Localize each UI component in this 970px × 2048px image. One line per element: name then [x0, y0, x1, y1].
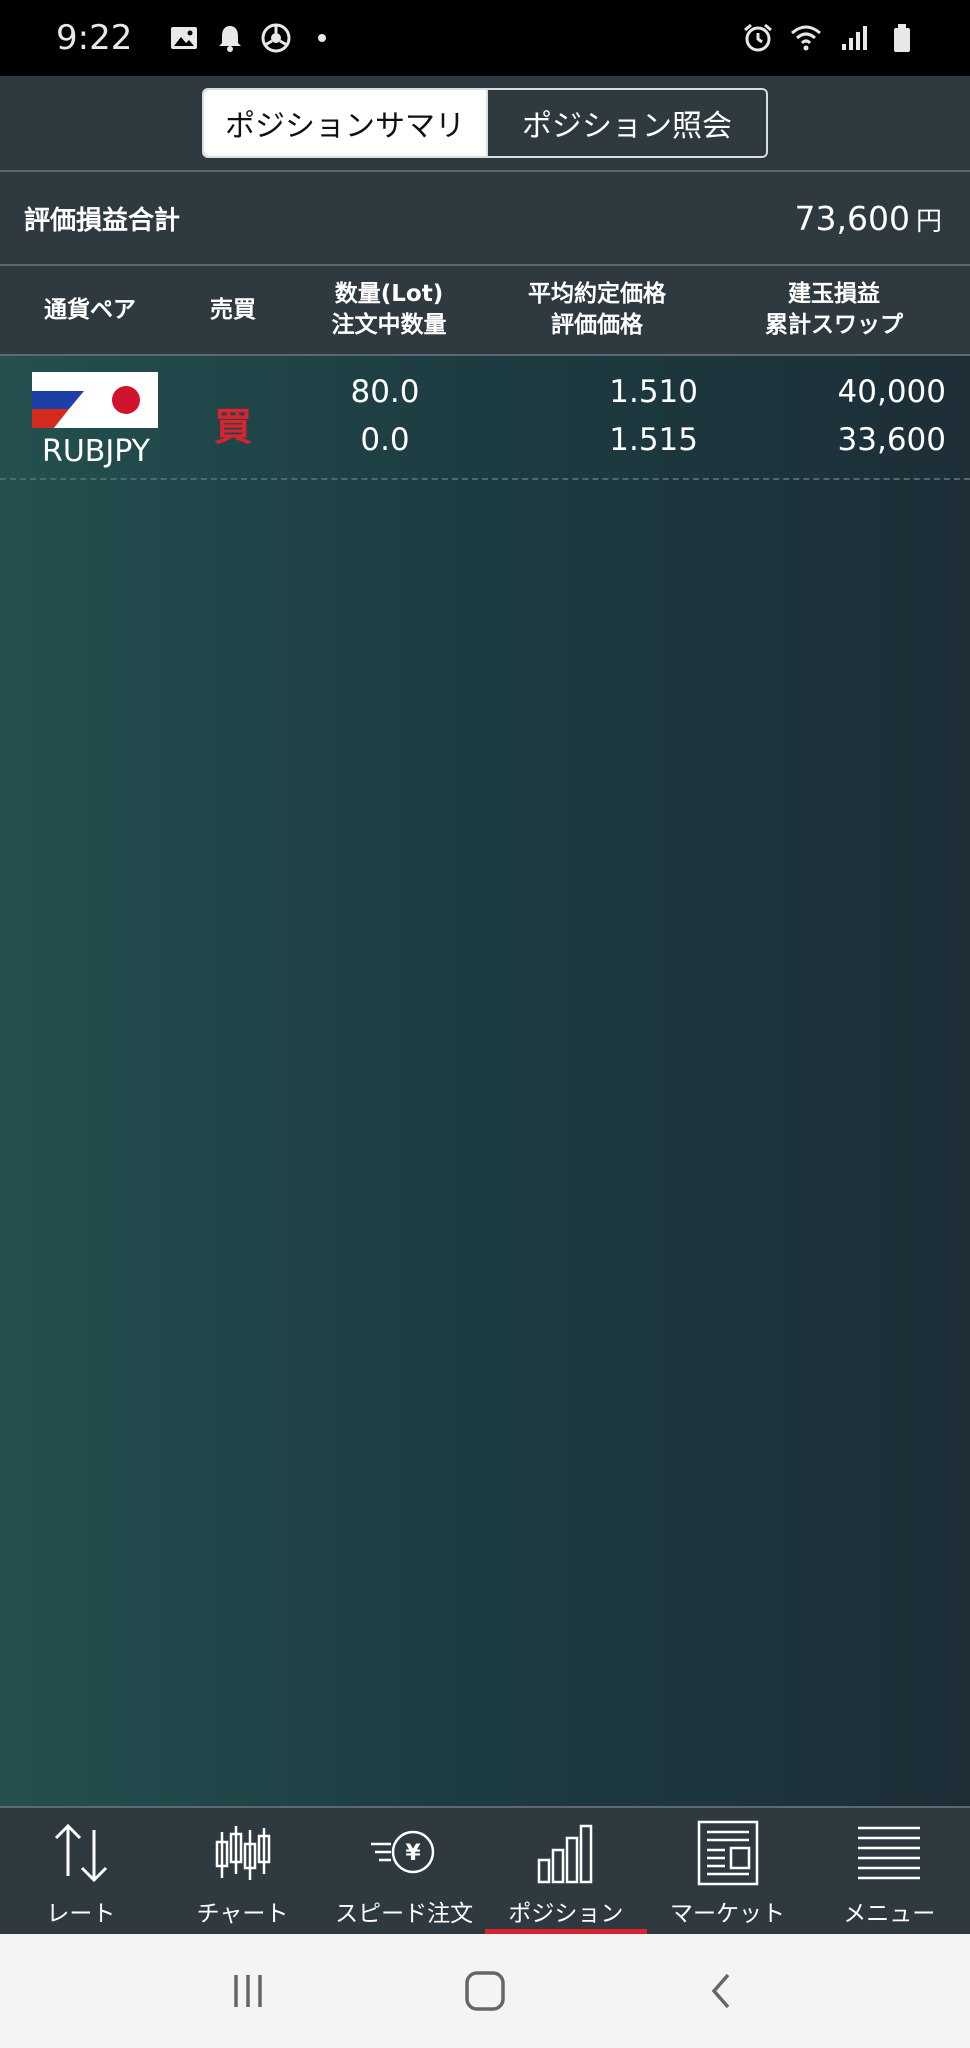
nav-chart[interactable]: チャート	[162, 1808, 324, 1934]
nav-speed-order[interactable]: ¥ スピード注文	[323, 1808, 485, 1934]
summary-amount: 73,600	[794, 198, 910, 238]
header-pl: 建玉損益累計スワップ	[726, 266, 942, 354]
nav-rate-label: レート	[46, 1901, 116, 1927]
bar-chart-icon	[537, 1824, 593, 1884]
position-list: RUBJPY 買 80.0 0.0 1.510 1.515 40,000 33,…	[0, 356, 970, 1806]
nav-chart-label: チャート	[196, 1901, 289, 1927]
home-icon	[465, 1971, 505, 2011]
nav-position[interactable]: ポジション	[485, 1808, 647, 1934]
position-pl: 40,000	[837, 374, 946, 410]
status-time: 9:22	[56, 18, 133, 58]
header-pair: 通貨ペア	[0, 266, 180, 354]
header-price-bottom: 評価価格	[551, 312, 643, 338]
rub-jpy-flag-icon	[32, 372, 158, 428]
nav-market-label: マーケット	[670, 1901, 786, 1927]
back-icon	[711, 1973, 729, 2009]
header-quantity: 数量(Lot) 注文中数量	[296, 266, 482, 354]
nav-market[interactable]: マーケット	[647, 1808, 809, 1934]
summary-label: 評価損益合計	[24, 205, 181, 236]
nav-rate[interactable]: レート	[0, 1808, 162, 1934]
bottom-nav: レート チャート ¥ スピード注文 ポジション マーケット メニュー	[0, 1806, 970, 1934]
bell-icon	[219, 26, 242, 52]
order-quantity: 0.0	[360, 422, 410, 458]
nav-position-label: ポジション	[508, 1901, 624, 1927]
header-qty-bottom: 注文中数量	[331, 312, 447, 338]
header-price: 平均約定価格 評価価格	[494, 266, 700, 354]
recent-apps-button[interactable]	[218, 1961, 278, 2021]
gallery-icon	[171, 27, 198, 49]
status-right	[742, 22, 918, 54]
dot-icon	[318, 34, 327, 42]
status-bar: 9:22	[0, 0, 970, 76]
header-side-label: 売買	[210, 296, 256, 323]
table-header: 通貨ペア 売買 数量(Lot) 注文中数量 平均約定価格 評価価格 建玉損益累計スワ…	[0, 266, 970, 356]
alarm-icon	[744, 23, 772, 52]
newspaper-icon	[697, 1820, 758, 1886]
header-pl-top: 建玉損益	[788, 281, 880, 307]
nav-menu[interactable]: メニュー	[808, 1808, 970, 1934]
status-left: 9:22	[56, 18, 338, 58]
top-tab-area: ポジションサマリ ポジション照会	[0, 76, 970, 170]
avg-price: 1.510	[609, 374, 698, 410]
menu-lines-icon	[858, 1826, 921, 1880]
header-price-top: 平均約定価格	[528, 281, 666, 307]
pair-name: RUBJPY	[42, 434, 150, 469]
header-pl-bottom: 累計スワップ	[765, 312, 903, 338]
battery-icon	[894, 24, 910, 52]
header-qty-top: 数量(Lot)	[334, 281, 444, 307]
segmented-control: ポジションサマリ ポジション照会	[202, 88, 768, 158]
header-side: 売買	[180, 266, 286, 354]
home-button[interactable]	[455, 1961, 515, 2021]
candlestick-icon	[215, 1826, 270, 1880]
swap: 33,600	[837, 422, 946, 458]
summary-value: 73,600 円	[795, 199, 942, 238]
quantity: 80.0	[350, 374, 420, 410]
summary-bar: 評価損益合計 73,600 円	[0, 170, 970, 266]
signal-icon	[842, 26, 867, 50]
tab-position-inquiry[interactable]: ポジション照会	[486, 90, 766, 156]
svg-text:¥: ¥	[406, 1841, 422, 1866]
header-pair-label: 通貨ペア	[44, 296, 136, 323]
speed-yen-icon: ¥	[371, 1830, 435, 1874]
side-buy: 買	[214, 405, 253, 449]
eval-price: 1.515	[609, 422, 698, 458]
system-nav-bar	[0, 1934, 970, 2048]
nav-speed-order-label: スピード注文	[335, 1901, 474, 1927]
tab-position-summary[interactable]: ポジションサマリ	[204, 90, 486, 156]
table-row[interactable]: RUBJPY 買 80.0 0.0 1.510 1.515 40,000 33,…	[0, 356, 970, 480]
recent-apps-icon	[234, 1975, 263, 2007]
back-button[interactable]	[692, 1961, 752, 2021]
nav-menu-label: メニュー	[843, 1901, 936, 1927]
updown-arrows-icon	[54, 1823, 107, 1883]
summary-unit: 円	[915, 206, 942, 237]
chrome-icon	[261, 23, 291, 53]
wifi-icon	[791, 25, 821, 51]
